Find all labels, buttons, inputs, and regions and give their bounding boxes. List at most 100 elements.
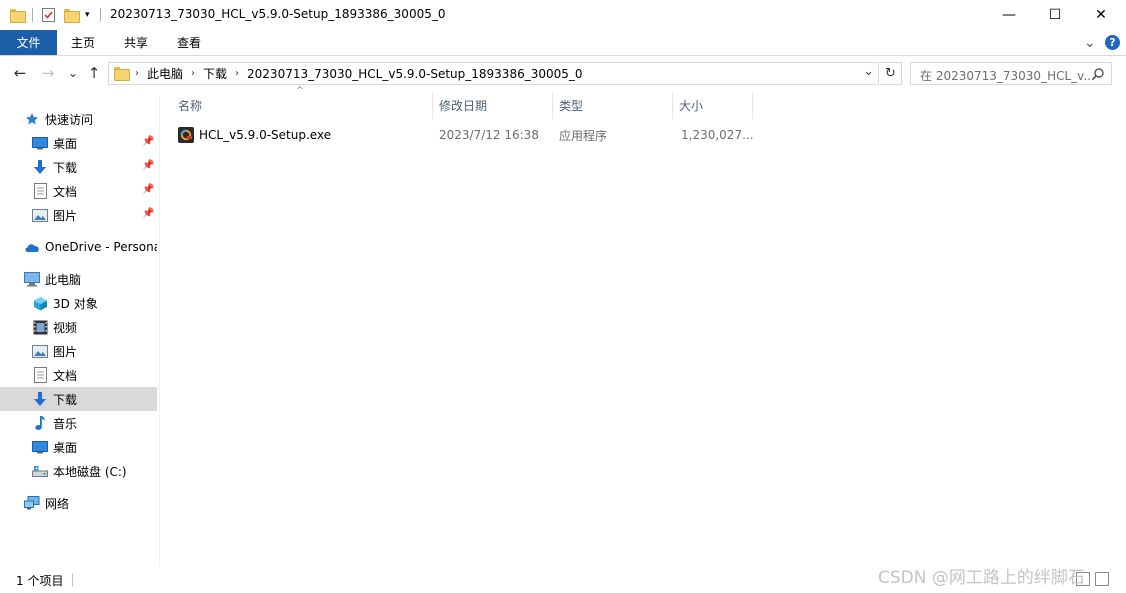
sidebar-item-label: 文档 [53,184,78,199]
title-bar: ▾ 20230713_73030_HCL_v5.9.0-Setup_189338… [0,0,1126,30]
pin-icon[interactable]: 📌 [142,136,154,148]
folder-icon [114,67,130,82]
column-header-label: 修改日期 [439,99,488,113]
forward-button[interactable]: → [38,63,58,83]
pin-icon[interactable]: 📌 [142,208,154,220]
column-header-label: 大小 [679,99,704,113]
new-folder-icon[interactable] [64,6,80,24]
document-icon [32,183,48,199]
sidebar-item-label: 音乐 [53,416,78,431]
sidebar-item-quick-access[interactable]: 快速访问 [0,107,157,131]
tab-share[interactable]: 共享 [113,30,159,55]
breadcrumb-this-pc[interactable]: 此电脑 [147,65,183,82]
network-icon [24,495,40,511]
watermark: CSDN @网工路上的绊脚石 [878,568,1085,588]
help-icon: ? [1105,35,1120,50]
file-type: 应用程序 [559,128,608,143]
sidebar-item-documents[interactable]: 文档 📌 [0,179,157,203]
pin-icon[interactable]: 📌 [142,184,154,196]
ribbon: 文件 主页 共享 查看 ⌄ ? [0,30,1126,56]
drive-icon [32,463,48,479]
maximize-button[interactable]: ☐ [1032,0,1078,30]
sidebar-item-network[interactable]: 网络 [0,491,157,515]
tab-view[interactable]: 查看 [166,30,212,55]
column-header-name[interactable]: 名称 [172,92,432,119]
sidebar-item-label: 本地磁盘 (C:) [53,464,127,479]
breadcrumb-separator: › [191,68,196,79]
file-name-cell[interactable]: HCL_v5.9.0-Setup.exe [178,123,331,147]
breadcrumb-current-folder[interactable]: 20230713_73030_HCL_v5.9.0-Setup_1893386_… [247,67,582,81]
cube-icon [32,295,48,311]
desktop-icon [32,135,48,151]
file-row[interactable]: HCL_v5.9.0-Setup.exe 2023/7/12 16:38 应用程… [172,123,754,147]
column-header-label: 类型 [559,99,584,113]
tab-home[interactable]: 主页 [60,30,106,55]
breadcrumb-separator: › [235,68,240,79]
tab-file[interactable]: 文件 [0,30,57,55]
expand-ribbon-icon[interactable]: ⌄ [1084,30,1096,55]
pane-divider[interactable] [159,96,160,566]
refresh-button[interactable]: ↻ [880,62,902,85]
back-button[interactable]: ← [10,63,30,83]
star-icon [24,111,40,127]
sidebar-item-desktop-pc[interactable]: 桌面 [0,435,157,459]
sidebar-item-label: 文档 [53,368,78,383]
properties-icon[interactable] [41,6,56,24]
sidebar-item-label: 桌面 [53,440,78,455]
address-bar[interactable]: › 此电脑 › 下载 › 20230713_73030_HCL_v5.9.0-S… [108,62,879,85]
status-divider [72,573,73,587]
search-placeholder: 在 20230713_73030_HCL_v... [920,69,1095,83]
sidebar-item-label: 图片 [53,344,78,359]
sidebar-item-label: 网络 [45,496,70,511]
sidebar-item-downloads[interactable]: 下载 📌 [0,155,157,179]
sidebar-item-label: 视频 [53,320,78,335]
sidebar-item-pictures-pc[interactable]: 图片 [0,339,157,363]
sidebar-item-downloads-pc[interactable]: 下载 [0,387,157,411]
item-count: 1 个项目 [16,574,64,588]
sidebar-item-3d-objects[interactable]: 3D 对象 [0,291,157,315]
column-header-modified[interactable]: 修改日期 [433,92,552,119]
desktop-icon [32,439,48,455]
picture-icon [32,207,48,223]
download-icon [32,159,48,175]
column-header-type[interactable]: 类型 [553,92,672,119]
customize-toolbar-icon[interactable]: ▾ [85,6,90,24]
column-divider[interactable] [752,92,753,119]
cloud-icon [24,239,40,255]
large-icons-view-icon[interactable] [1095,572,1109,586]
file-size: 1,230,027... [681,128,754,142]
search-input[interactable]: 在 20230713_73030_HCL_v... [910,62,1112,85]
sidebar-item-desktop[interactable]: 桌面 📌 [0,131,157,155]
address-dropdown-icon[interactable]: ⌄ [863,64,874,79]
sidebar-item-label: 快速访问 [45,112,94,127]
up-button[interactable]: ↑ [84,63,104,83]
breadcrumb: › 此电脑 › 下载 › 20230713_73030_HCL_v5.9.0-S… [135,63,583,84]
quick-access-divider [32,8,33,22]
sidebar-item-this-pc[interactable]: 此电脑 [0,267,157,291]
folder-icon[interactable] [10,6,26,24]
sidebar-item-label: 3D 对象 [53,296,98,311]
column-header-size[interactable]: 大小 [673,92,752,119]
sidebar-item-music[interactable]: 音乐 [0,411,157,435]
sidebar-item-onedrive[interactable]: OneDrive - Persona [0,235,157,259]
picture-icon [32,343,48,359]
sidebar-item-pictures[interactable]: 图片 📌 [0,203,157,227]
close-button[interactable]: ✕ [1078,0,1124,30]
download-icon [32,391,48,407]
sidebar-item-documents-pc[interactable]: 文档 [0,363,157,387]
recent-locations-button[interactable]: ⌄ [63,63,83,83]
minimize-button[interactable]: — [986,0,1032,30]
breadcrumb-downloads[interactable]: 下载 [203,65,227,82]
sidebar-item-label: 图片 [53,208,78,223]
sidebar-item-videos[interactable]: 视频 [0,315,157,339]
file-modified: 2023/7/12 16:38 [439,128,539,142]
sidebar-item-label: 桌面 [53,136,78,151]
title-divider [100,8,101,22]
help-button[interactable]: ? [1105,30,1120,55]
pin-icon[interactable]: 📌 [142,160,154,172]
sidebar-item-label: OneDrive - Persona [45,240,157,254]
window-title: 20230713_73030_HCL_v5.9.0-Setup_1893386_… [110,7,446,21]
sidebar-item-local-disk[interactable]: 本地磁盘 (C:) [0,459,157,483]
sidebar-item-label: 此电脑 [45,272,82,287]
video-icon [32,319,48,335]
